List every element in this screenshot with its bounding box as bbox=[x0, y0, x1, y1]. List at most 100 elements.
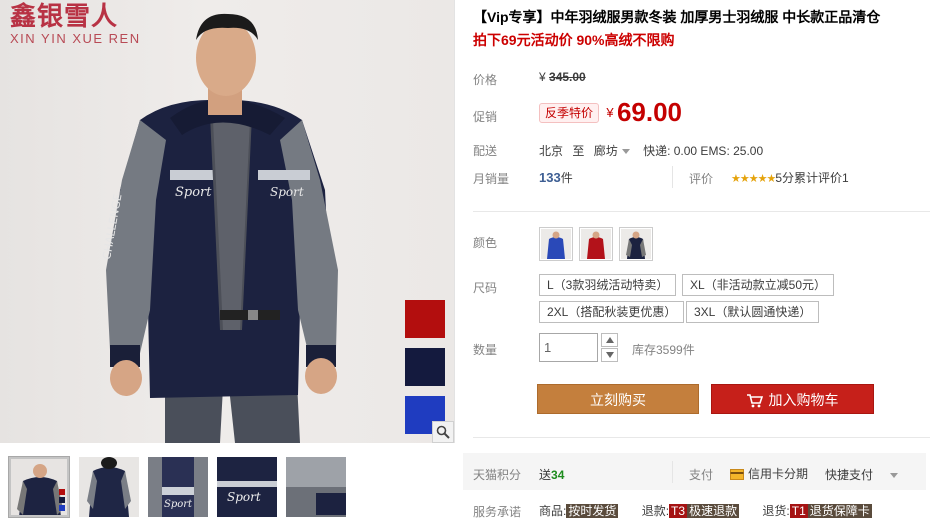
quick-pay-label: 快捷支付 bbox=[825, 468, 874, 482]
credit-installment[interactable]: 信用卡分期 bbox=[730, 465, 808, 482]
points-value: 送34 bbox=[539, 466, 564, 483]
stock-count: 库存3599件 bbox=[632, 343, 695, 357]
add-to-cart-label: 加入购物车 bbox=[768, 392, 839, 408]
monthly-sales: 133件 bbox=[539, 169, 573, 186]
quantity-decrease[interactable] bbox=[601, 348, 618, 362]
ship-destination-select[interactable]: 廊坊 bbox=[594, 144, 636, 158]
size-option-xl[interactable]: XL（非活动款立减50元） bbox=[682, 274, 835, 296]
zoom-button[interactable] bbox=[432, 421, 454, 443]
service-prefix: 退货: bbox=[762, 504, 790, 518]
service-promises: 商品: 按时发货 退款: T3 极速退款 退货: T1 退货保障卡 bbox=[539, 502, 872, 519]
main-product-image[interactable]: 鑫银雪人 XIN YIN XUE REN Sport Sport CHALLEN… bbox=[0, 0, 455, 443]
magnifier-icon bbox=[436, 425, 450, 439]
thumbnail-2[interactable] bbox=[79, 457, 139, 517]
thumbnail-image: Sport bbox=[148, 457, 208, 517]
model-photo: Sport Sport CHALLENGE bbox=[100, 13, 338, 443]
ship-to-word: 至 bbox=[572, 144, 585, 158]
color-label: 颜色 bbox=[473, 236, 498, 250]
quick-pay-select[interactable]: 快捷支付 bbox=[825, 466, 904, 483]
shipping-fees: 快递: 0.00 EMS: 25.00 bbox=[643, 144, 764, 158]
size-option-l[interactable]: L（3款羽绒活动特卖） bbox=[539, 274, 677, 296]
promo-currency: ¥ bbox=[606, 105, 614, 120]
thumbnail-image bbox=[11, 459, 67, 515]
jacket-navy-icon bbox=[621, 229, 651, 259]
divider bbox=[473, 211, 930, 212]
points-number: 34 bbox=[551, 468, 565, 482]
svg-text:Sport: Sport bbox=[227, 490, 261, 504]
add-to-cart-button[interactable]: 加入购物车 bbox=[711, 384, 874, 414]
thumbnail-5[interactable] bbox=[286, 457, 346, 517]
thumbnail-4[interactable]: Sport bbox=[217, 457, 277, 517]
swatch-navy[interactable] bbox=[405, 348, 445, 386]
service-code: T1 bbox=[789, 504, 808, 518]
sales-unit: 件 bbox=[560, 171, 573, 185]
service-refund[interactable]: 退款: T3 极速退款 bbox=[642, 504, 743, 518]
points-prefix: 送 bbox=[539, 468, 552, 482]
quantity-label: 数量 bbox=[473, 343, 498, 357]
jacket-blue-icon bbox=[541, 229, 571, 259]
quantity-input[interactable]: 1 bbox=[539, 333, 598, 362]
product-title: 【Vip专享】中年羽绒服男款冬装 加厚男士羽绒服 中长款正品清仓 bbox=[473, 9, 881, 25]
promo-price: 反季特价 ¥ 69.00 bbox=[539, 97, 682, 128]
quantity-increase[interactable] bbox=[601, 333, 618, 347]
chevron-down-icon bbox=[890, 473, 899, 479]
chevron-down-icon bbox=[621, 149, 630, 155]
payment-label: 支付 bbox=[689, 468, 714, 482]
color-option-navy[interactable] bbox=[619, 227, 653, 261]
jacket-red-icon bbox=[581, 229, 611, 259]
size-option-2xl[interactable]: 2XL（搭配秋装更优惠） bbox=[539, 301, 685, 323]
thumbnail-image bbox=[79, 457, 139, 517]
thumbnail-image: Sport bbox=[217, 457, 277, 517]
size-option-3xl[interactable]: 3XL（默认圆通快递） bbox=[686, 301, 820, 323]
original-price-value: 345.00 bbox=[549, 70, 586, 84]
divider bbox=[473, 437, 930, 438]
ship-dest-text: 廊坊 bbox=[593, 144, 618, 158]
svg-text:Sport: Sport bbox=[175, 185, 212, 200]
svg-text:Sport: Sport bbox=[164, 499, 193, 510]
sales-count: 133 bbox=[539, 170, 561, 185]
service-return[interactable]: 退货: T1 退货保障卡 bbox=[762, 504, 872, 518]
product-info-panel: 【Vip专享】中年羽绒服男款冬装 加厚男士羽绒服 中长款正品清仓 拍下69元活动… bbox=[455, 0, 930, 524]
service-prefix: 商品: bbox=[539, 504, 567, 518]
color-option-blue[interactable] bbox=[539, 227, 573, 261]
review-summary[interactable]: ★★★★★5分累计评价1 bbox=[731, 169, 849, 186]
product-subtitle: 拍下69元活动价 90%高绒不限购 bbox=[473, 32, 675, 48]
thumbnail-3[interactable]: Sport bbox=[148, 457, 208, 517]
price-label: 价格 bbox=[473, 73, 498, 87]
currency-symbol: ¥ bbox=[539, 70, 546, 84]
service-label: 服务承诺 bbox=[473, 505, 522, 519]
service-tag: 极速退款 bbox=[687, 504, 740, 518]
credit-card-icon bbox=[730, 469, 744, 481]
promo-label: 促销 bbox=[473, 110, 498, 124]
ship-from: 北京 bbox=[539, 144, 564, 158]
swatch-red[interactable] bbox=[405, 300, 445, 338]
points-label: 天猫积分 bbox=[473, 468, 522, 482]
shipping-label: 配送 bbox=[473, 144, 498, 158]
thumbnail-1[interactable] bbox=[8, 456, 70, 518]
chevron-up-icon bbox=[605, 337, 614, 343]
rating-text: 5分累计评价1 bbox=[775, 171, 849, 185]
promo-tag-badge: 反季特价 bbox=[539, 102, 600, 123]
service-tag: 退货保障卡 bbox=[807, 504, 872, 518]
credit-label: 信用卡分期 bbox=[748, 467, 809, 481]
divider bbox=[672, 166, 673, 188]
star-rating-icon: ★★★★★ bbox=[731, 173, 776, 185]
original-price: ¥ 345.00 bbox=[539, 70, 586, 84]
color-option-red[interactable] bbox=[579, 227, 613, 261]
service-prefix: 退款: bbox=[641, 504, 670, 518]
product-gallery: 鑫银雪人 XIN YIN XUE REN Sport Sport CHALLEN… bbox=[0, 0, 455, 524]
service-goods[interactable]: 商品: 按时发货 bbox=[539, 504, 622, 518]
divider bbox=[672, 461, 673, 483]
thumbnail-image bbox=[286, 457, 346, 517]
thumbnail-strip: Sport Sport bbox=[0, 449, 455, 524]
promo-price-value: 69.00 bbox=[616, 97, 683, 127]
shipping-info: 北京 至 廊坊 快递: 0.00 EMS: 25.00 bbox=[539, 142, 763, 159]
service-code: T3 bbox=[669, 504, 688, 518]
sales-label: 月销量 bbox=[473, 172, 510, 186]
cart-icon bbox=[746, 394, 763, 408]
buy-now-button[interactable]: 立刻购买 bbox=[537, 384, 699, 414]
service-tag: 按时发货 bbox=[566, 504, 619, 518]
svg-text:Sport: Sport bbox=[270, 185, 304, 199]
review-label: 评价 bbox=[689, 172, 714, 186]
size-label: 尺码 bbox=[473, 281, 498, 295]
